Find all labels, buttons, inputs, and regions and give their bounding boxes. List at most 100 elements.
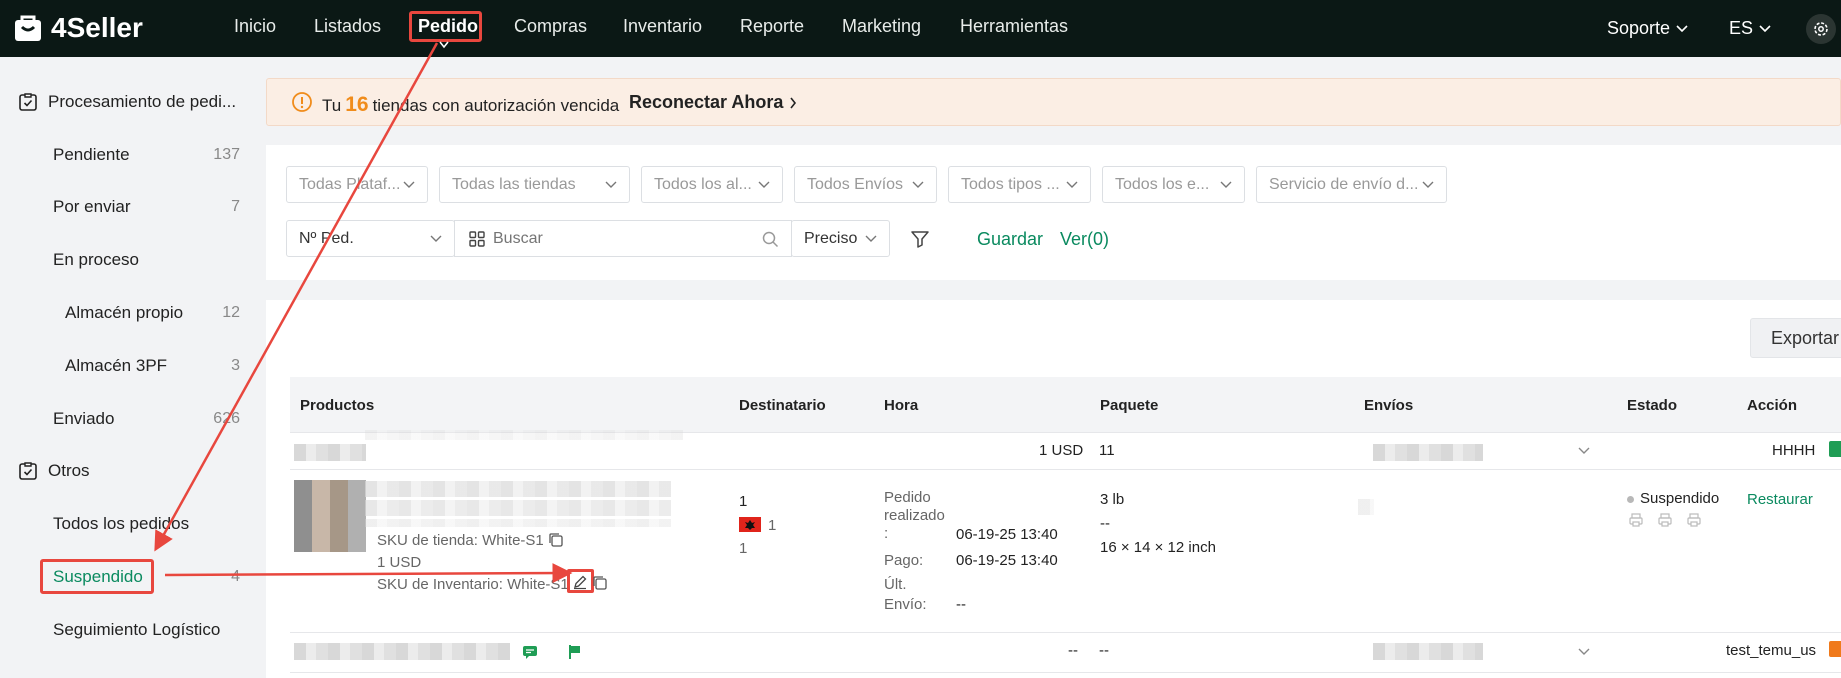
printer-icon[interactable]: [1657, 512, 1673, 528]
blurred-order-number: [294, 444, 366, 461]
message-icon[interactable]: [522, 644, 538, 660]
chevron-down-icon: [1676, 24, 1688, 32]
sidebar-count: 7: [231, 198, 240, 215]
inventory-sku: SKU de Inventario: White-S1: [377, 576, 569, 593]
warehouse-select[interactable]: Todos los al...: [641, 166, 783, 203]
printer-icon[interactable]: [1686, 512, 1702, 528]
search-box: [454, 220, 792, 257]
chevron-down-icon[interactable]: [1578, 648, 1590, 656]
export-button[interactable]: Exportar: [1750, 318, 1841, 358]
grid-icon[interactable]: [469, 230, 485, 247]
logo[interactable]: 4Seller: [13, 12, 143, 43]
language-menu[interactable]: ES: [1729, 18, 1771, 39]
product-price: 1 USD: [377, 554, 422, 571]
sidebar-item-por-enviar[interactable]: Por enviar: [53, 197, 130, 217]
sidebar-item-todos-los-pedidos[interactable]: Todos los pedidos: [53, 514, 189, 534]
sidebar-group-others[interactable]: Otros: [18, 461, 90, 481]
sidebar-item-enviado[interactable]: Enviado: [53, 409, 114, 429]
package-count: 11: [1099, 442, 1115, 459]
shipping-service-select[interactable]: Servicio de envío d...: [1256, 166, 1447, 203]
chevron-down-icon: [912, 181, 924, 188]
sidebar-item-almacen-3pf[interactable]: Almacén 3PF: [65, 356, 167, 376]
copy-icon[interactable]: [592, 575, 608, 591]
support-label: Soporte: [1607, 18, 1671, 38]
authorization-warning-banner: Tu 16 tiendas con autorización vencida R…: [266, 78, 1841, 126]
package-count: --: [1099, 642, 1109, 659]
ordered-label-colon: :: [884, 525, 889, 542]
chevron-down-icon: [1220, 181, 1232, 188]
chevron-down-icon: [403, 181, 415, 188]
save-filter-link[interactable]: Guardar: [977, 229, 1043, 250]
select-value: Todos los e...: [1115, 175, 1210, 193]
store-name: HHHH: [1772, 442, 1816, 459]
product-image[interactable]: [294, 480, 366, 552]
column-header-envios: Envíos: [1364, 397, 1414, 414]
package-weight: 3 lb: [1100, 491, 1125, 508]
state-select[interactable]: Todos los e...: [1102, 166, 1245, 203]
store-name: test_temu_us: [1726, 642, 1817, 659]
sidebar-item-almacen-propio[interactable]: Almacén propio: [65, 303, 183, 323]
flag-qty: 1: [768, 517, 777, 534]
nav-inicio[interactable]: Inicio: [234, 16, 276, 37]
ordered-label: realizado: [884, 507, 945, 524]
nav-compras[interactable]: Compras: [514, 16, 587, 37]
platform-select[interactable]: Todas Plataf...: [286, 166, 428, 203]
chevron-down-icon: [1066, 181, 1078, 188]
status-dot: [1627, 496, 1634, 503]
reconnect-link[interactable]: Reconectar Ahora: [629, 92, 797, 113]
package-dimensions: 16 × 14 × 12 inch: [1100, 539, 1216, 556]
shipment-select[interactable]: Todos Envíos: [794, 166, 937, 203]
sidebar-item-seguimiento-logistico[interactable]: Seguimiento Logístico: [53, 620, 220, 640]
printer-icon[interactable]: [1628, 512, 1644, 528]
reconnect-label: Reconectar Ahora: [629, 92, 784, 112]
clipboard-check-icon: [19, 93, 37, 111]
copy-icon[interactable]: [548, 532, 564, 548]
package-dash: --: [1100, 515, 1110, 532]
column-header-destinatario: Destinatario: [739, 397, 826, 414]
blurred-shipment: [1373, 444, 1483, 461]
paid-time: 06-19-25 13:40: [956, 552, 1058, 569]
row-divider: [290, 469, 1841, 470]
last-ship-time: --: [956, 596, 966, 613]
nav-reporte[interactable]: Reporte: [740, 16, 804, 37]
type-select[interactable]: Todos tipos ...: [948, 166, 1091, 203]
store-select[interactable]: Todas las tiendas: [439, 166, 630, 203]
last-ship-label: Envío:: [884, 596, 927, 613]
select-value: Todos Envíos: [807, 175, 904, 193]
albania-eagle-icon: [745, 520, 755, 530]
chevron-down-icon: [1422, 181, 1434, 188]
sidebar-count: 3: [231, 357, 240, 374]
match-mode-select[interactable]: Preciso: [791, 220, 890, 257]
banner-message: Tu 16 tiendas con autorización vencida: [322, 93, 619, 117]
filter-icon[interactable]: [910, 229, 930, 249]
chevron-right-icon: [790, 97, 797, 108]
ordered-label: Pedido: [884, 489, 931, 506]
chevron-down-icon[interactable]: [1578, 447, 1590, 455]
sidebar-group-processing[interactable]: Procesamiento de pedi...: [18, 92, 236, 112]
nav-marketing[interactable]: Marketing: [842, 16, 921, 37]
chevron-down-icon: [430, 235, 442, 242]
chevron-down-icon: [1759, 24, 1771, 32]
ordered-time: 06-19-25 13:40: [956, 526, 1058, 543]
banner-suffix: tiendas con autorización vencida: [372, 96, 620, 115]
sidebar-item-en-proceso[interactable]: En proceso: [53, 250, 139, 270]
settings-button[interactable]: [1806, 14, 1836, 44]
nav-herramientas[interactable]: Herramientas: [960, 16, 1068, 37]
clipboard-check-icon: [19, 462, 37, 480]
highlight-box-edit: [567, 569, 594, 593]
restore-button[interactable]: Restaurar: [1747, 491, 1813, 508]
column-header-paquete: Paquete: [1100, 397, 1159, 414]
sidebar-group-label: Otros: [48, 461, 90, 480]
flag-icon[interactable]: [567, 644, 583, 660]
select-value: Todas las tiendas: [452, 175, 576, 193]
banner-prefix: Tu: [322, 96, 342, 115]
sidebar-item-pendiente[interactable]: Pendiente: [53, 145, 130, 165]
search-icon[interactable]: [762, 231, 779, 248]
support-menu[interactable]: Soporte: [1607, 18, 1688, 39]
select-value: Servicio de envío d...: [1269, 175, 1419, 193]
view-saved-link[interactable]: Ver(0): [1060, 229, 1109, 250]
nav-inventario[interactable]: Inventario: [623, 16, 702, 37]
search-field-select[interactable]: Nº Ped.: [286, 220, 455, 257]
nav-listados[interactable]: Listados: [314, 16, 381, 37]
search-input[interactable]: [493, 229, 743, 248]
